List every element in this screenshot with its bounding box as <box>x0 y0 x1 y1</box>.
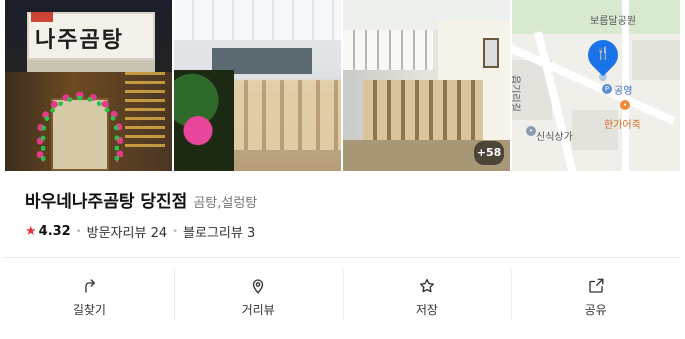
photo-storefront[interactable]: 나주곰탕 <box>5 0 172 171</box>
star-outline-icon <box>419 278 434 293</box>
map-label-place: 공영 <box>614 86 633 97</box>
place-card: 나주곰탕 +58 보름달공원 읍기리길 🍴 P 공영 • 한가어죽 • 신식상가… <box>5 0 680 339</box>
street-view-button[interactable]: 거리뷰 <box>173 270 343 325</box>
rating-value: 4.32 <box>38 224 71 239</box>
map-label-park: 보름달공원 <box>590 16 636 27</box>
map-label-road: 읍기리길 <box>512 75 520 112</box>
street-view-icon <box>252 279 264 294</box>
photo-gallery: 나주곰탕 +58 보름달공원 읍기리길 🍴 P 공영 • 한가어죽 • 신식상가 <box>5 0 680 171</box>
share-label: 공유 <box>584 303 607 317</box>
place-info: 바우네나주곰탕 당진점 곰탕,설렁탕 ★ 4.32 • 방문자리뷰 24 • 블… <box>25 187 665 241</box>
restaurant-icon: 🍴 <box>595 46 611 60</box>
directions-label: 길찾기 <box>72 303 106 317</box>
visitor-reviews-link[interactable]: 방문자리뷰 24 <box>87 222 167 241</box>
save-button[interactable]: 저장 <box>342 270 512 325</box>
star-icon: ★ <box>25 224 37 239</box>
separator-dot: • <box>75 226 82 237</box>
map-label-mall: 신식상가 <box>536 132 573 143</box>
place-category: 곰탕,설렁탕 <box>193 196 258 211</box>
divider <box>5 257 680 258</box>
action-bar: 길찾기 거리뷰 저장 공유 <box>5 270 680 325</box>
photo-dining-hall[interactable] <box>174 0 341 171</box>
directions-icon <box>85 279 96 293</box>
storefront-sign: 나주곰탕 <box>27 12 155 60</box>
street-view-label: 거리뷰 <box>241 303 275 317</box>
share-icon <box>588 278 604 293</box>
map-label-restaurant: 한가어죽 <box>604 120 641 131</box>
share-button[interactable]: 공유 <box>511 270 680 325</box>
directions-button[interactable]: 길찾기 <box>5 270 174 325</box>
save-label: 저장 <box>415 303 438 317</box>
separator-dot: • <box>172 226 179 237</box>
place-name[interactable]: 바우네나주곰탕 당진점 <box>25 187 187 212</box>
blog-reviews-link[interactable]: 블로그리뷰 3 <box>183 222 255 241</box>
map-thumbnail[interactable]: 보름달공원 읍기리길 🍴 P 공영 • 한가어죽 • 신식상가 <box>512 0 680 171</box>
photo-dining-corridor[interactable]: +58 <box>343 0 510 171</box>
more-photos-badge[interactable]: +58 <box>474 141 504 165</box>
